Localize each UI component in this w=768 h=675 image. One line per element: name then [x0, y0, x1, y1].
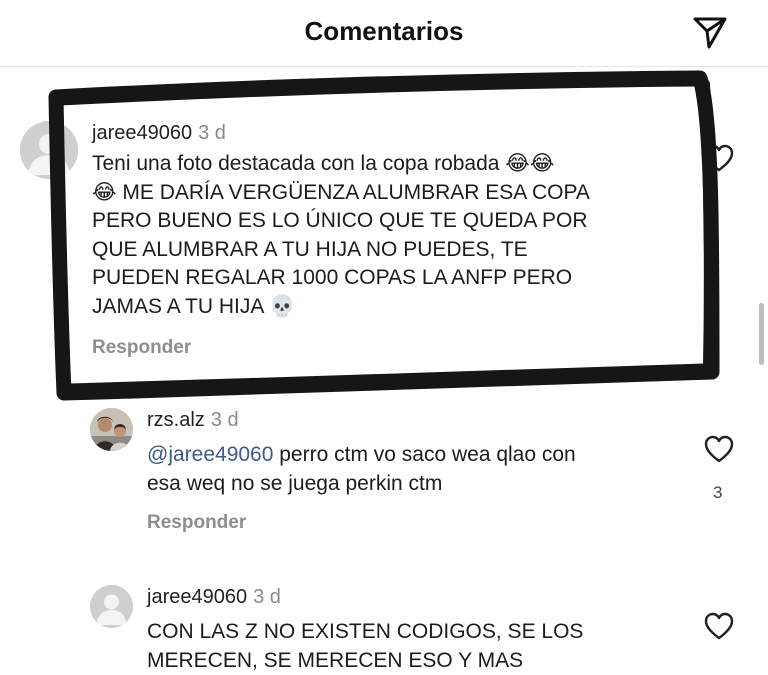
marker-highlight	[48, 70, 720, 401]
